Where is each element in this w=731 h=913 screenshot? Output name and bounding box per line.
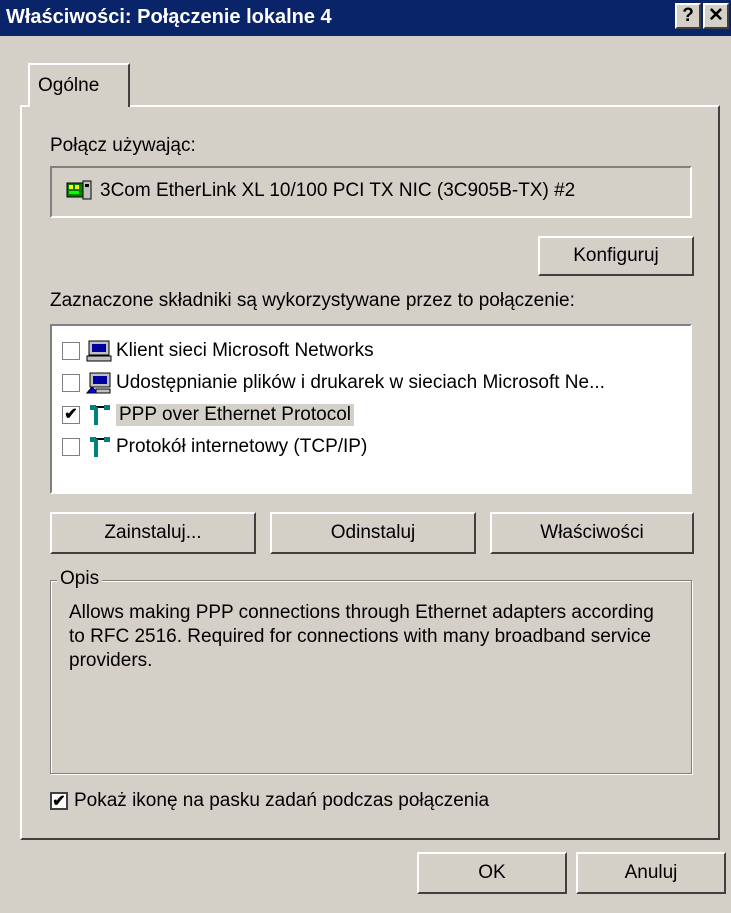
checkbox[interactable] [62,374,80,392]
uninstall-button[interactable]: Odinstaluj [270,512,476,554]
list-item[interactable]: Protokół internetowy (TCP/IP) [62,432,367,462]
ok-button[interactable]: OK [417,852,567,894]
show-icon-checkbox[interactable]: ✔ [50,792,68,810]
description-group: Opis Allows making PPP connections throu… [50,568,692,774]
network-card-icon [66,179,92,206]
list-item[interactable]: ✔ PPP over Ethernet Protocol [62,400,354,430]
properties-button[interactable]: Właściwości [490,512,694,554]
description-label: Opis [57,568,103,590]
protocol-icon [86,403,112,427]
client-computer-icon [86,339,112,363]
show-icon-label: Pokaż ikonę na pasku zadań podczas połąc… [74,790,490,811]
close-button[interactable]: ✕ [703,3,729,29]
list-item[interactable]: Udostępnianie plików i drukarek w siecia… [62,368,605,398]
title-bar: Właściwości: Połączenie lokalne 4 ? ✕ [0,0,731,36]
component-label: PPP over Ethernet Protocol [116,404,354,426]
tab-general[interactable]: Ogólne [28,63,130,107]
connect-using-label: Połącz używając: [50,135,196,156]
checkbox[interactable] [62,342,80,360]
help-button[interactable]: ? [675,3,701,29]
components-label: Zaznaczone składniki są wykorzystywane p… [50,290,575,311]
window-title: Właściwości: Połączenie lokalne 4 [6,6,332,28]
show-icon-option[interactable]: ✔ Pokaż ikonę na pasku zadań podczas poł… [50,790,489,812]
cancel-button[interactable]: Anuluj [576,852,726,894]
component-label: Udostępnianie plików i drukarek w siecia… [116,372,605,393]
component-label: Klient sieci Microsoft Networks [116,340,374,361]
description-text: Allows making PPP connections through Et… [69,602,654,671]
list-item[interactable]: Klient sieci Microsoft Networks [62,336,374,366]
components-list[interactable]: Klient sieci Microsoft Networks Udostępn… [50,324,692,494]
file-printer-sharing-icon [85,371,112,395]
component-label: Protokół internetowy (TCP/IP) [116,436,368,457]
adapter-name: 3Com EtherLink XL 10/100 PCI TX NIC (3C9… [100,180,576,201]
install-button[interactable]: Zainstaluj... [50,512,256,554]
adapter-box: 3Com EtherLink XL 10/100 PCI TX NIC (3C9… [50,166,692,218]
configure-button[interactable]: Konfiguruj [538,236,694,276]
protocol-icon [86,435,112,459]
checkbox[interactable] [62,438,80,456]
checkbox[interactable]: ✔ [62,406,80,424]
